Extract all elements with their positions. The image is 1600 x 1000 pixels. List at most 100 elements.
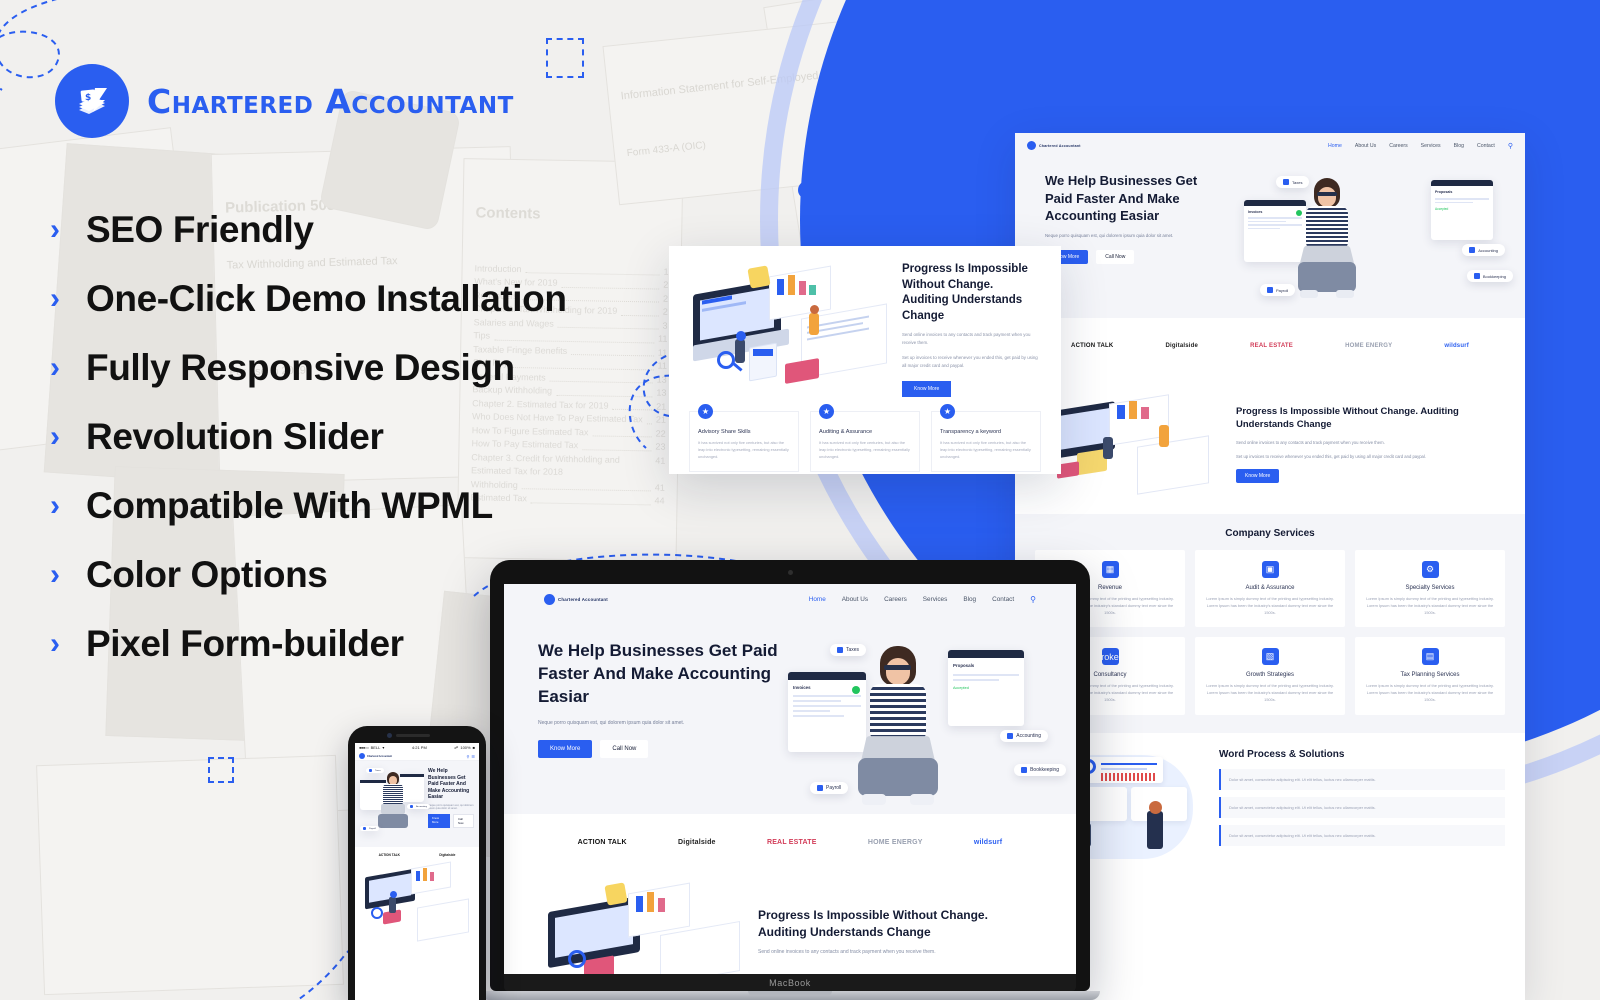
feature-card[interactable]: ★ Advisory Share Skills It has survived … bbox=[689, 403, 799, 473]
bluetooth-icon: ☍ bbox=[454, 745, 459, 750]
search-icon[interactable]: ⚲ bbox=[466, 754, 469, 759]
service-card-title: Tax Planning Services bbox=[1400, 672, 1460, 679]
nav-item-blog[interactable]: Blog bbox=[963, 596, 976, 603]
feature-card[interactable]: ★ Auditing & Assurance It has survived n… bbox=[810, 403, 920, 473]
feature-item: › SEO Friendly bbox=[50, 195, 567, 264]
service-card[interactable]: ▤ Tax Planning Services Lorem Ipsum is s… bbox=[1355, 637, 1505, 715]
nav-item-about-us[interactable]: About Us bbox=[842, 596, 868, 603]
hero-headline: We Help Businesses Get Paid Faster And M… bbox=[1045, 173, 1198, 224]
laptop-client-strip: ACTION TALK Digitalside REAL ESTATE HOME… bbox=[504, 814, 1076, 870]
chevron-right-icon: › bbox=[50, 626, 60, 660]
search-icon[interactable]: ⚲ bbox=[1030, 595, 1036, 604]
nav-item-contact[interactable]: Contact bbox=[992, 596, 1014, 603]
laptop-hero-subtext: Neque porro quisquam est, qui dolorem ip… bbox=[538, 719, 685, 726]
carrier-label: BELL bbox=[370, 745, 381, 750]
decorative-dashed-square bbox=[208, 757, 234, 783]
chip-accounting: Accounting bbox=[1000, 730, 1048, 742]
hamburger-menu-icon[interactable]: ☰ bbox=[471, 754, 475, 759]
laptop-hero-headline: We Help Businesses Get Paid Faster And M… bbox=[538, 641, 778, 706]
band-paragraph-1: Send online invoices to any contacts and… bbox=[1236, 439, 1385, 445]
bookkeeping-icon bbox=[1021, 767, 1028, 773]
nav-item-home[interactable]: Home bbox=[1328, 143, 1342, 149]
laptop-band-section: Progress Is Impossible Without Change. A… bbox=[504, 870, 1076, 974]
feature-label: One-Click Demo Installation bbox=[86, 277, 567, 319]
nav-item-careers[interactable]: Careers bbox=[884, 596, 907, 603]
feature-card-title: Transparency a keyword bbox=[940, 428, 1002, 435]
macbook-label: MacBook bbox=[769, 977, 811, 988]
svg-text:$: $ bbox=[85, 93, 91, 103]
payroll-icon bbox=[363, 827, 366, 830]
payroll-icon bbox=[817, 785, 823, 791]
call-now-button[interactable]: Call Now bbox=[452, 813, 474, 828]
feature-label: SEO Friendly bbox=[86, 208, 314, 250]
chevron-right-icon: › bbox=[50, 350, 60, 384]
hero-illustration: Invoices Proposals Accepted Taxes Accoun… bbox=[1240, 172, 1513, 302]
call-now-button[interactable]: Call Now bbox=[1096, 249, 1135, 264]
nav-item-home[interactable]: Home bbox=[809, 596, 826, 603]
chevron-right-icon: › bbox=[50, 419, 60, 453]
know-more-button[interactable]: Know More bbox=[538, 739, 593, 758]
chip-accounting: Accounting bbox=[1462, 244, 1505, 256]
growth-chart-icon: ▧ bbox=[1261, 648, 1279, 666]
wifi-icon: ▾ bbox=[382, 745, 385, 750]
tax-icon bbox=[369, 769, 372, 772]
proposals-panel: Proposals Accepted bbox=[1431, 180, 1493, 240]
accounting-icon bbox=[1469, 247, 1476, 253]
accordion-item[interactable]: Dolor sit amet, consectetur adipiscing e… bbox=[1219, 768, 1505, 790]
macbook-body: Chartered Accountant Home About Us Caree… bbox=[490, 560, 1090, 991]
float-card-know-more-button[interactable]: Know More bbox=[902, 380, 952, 397]
service-card[interactable]: ⚙ Specialty Services Lorem Ipsum is simp… bbox=[1355, 550, 1505, 628]
proposals-label: Proposals bbox=[1435, 190, 1453, 194]
folder-check-icon: ▣ bbox=[1261, 561, 1279, 578]
nav-item-about-us[interactable]: About Us bbox=[1355, 143, 1376, 149]
client-logo: wildsurf bbox=[973, 838, 1003, 846]
accordion-item[interactable]: Dolor sit amet, consectetur adipiscing e… bbox=[1219, 825, 1505, 847]
webcam-icon bbox=[787, 570, 793, 575]
decorative-dot-top-right bbox=[1531, 31, 1544, 44]
service-card-text: Lorem Ipsum is simply dummy text of the … bbox=[1366, 683, 1494, 703]
chevron-right-icon: › bbox=[50, 281, 60, 315]
feature-label: Fully Responsive Design bbox=[86, 346, 515, 388]
call-now-button[interactable]: Call Now bbox=[600, 739, 649, 758]
site-nav-links: Home About Us Careers Services Blog Cont… bbox=[1328, 142, 1513, 150]
nav-item-contact[interactable]: Contact bbox=[1477, 143, 1495, 149]
feature-card-title: Auditing & Assurance bbox=[819, 428, 873, 435]
nav-item-services[interactable]: Services bbox=[1421, 143, 1441, 149]
people-share-icon: ★ bbox=[698, 403, 713, 419]
chat-bubble-icon: troke; bbox=[1099, 648, 1121, 666]
chip-bookkeeping: Bookkeeping bbox=[1014, 764, 1066, 776]
laptop-hero: We Help Businesses Get Paid Faster And M… bbox=[504, 614, 1076, 814]
accordion-item[interactable]: Dolor sit amet, consectetur adipiscing e… bbox=[1219, 797, 1505, 819]
proposal-status: Accepted bbox=[953, 686, 969, 690]
feature-list: › SEO Friendly › One-Click Demo Installa… bbox=[50, 195, 567, 678]
money-stack-icon: $ bbox=[55, 64, 129, 138]
service-card-title: Audit & Assurance bbox=[1245, 585, 1295, 591]
band-know-more-button[interactable]: Know More bbox=[1236, 468, 1280, 483]
chip-payroll: Payroll bbox=[810, 782, 849, 794]
laptop-hero-buttons: Know More Call Now bbox=[538, 739, 788, 758]
nav-item-services[interactable]: Services bbox=[923, 596, 948, 603]
feature-card[interactable]: ★ Transparency a keyword It has survived… bbox=[931, 403, 1041, 473]
client-logo: Digitalside bbox=[1165, 343, 1199, 349]
search-icon[interactable]: ⚲ bbox=[1508, 142, 1513, 150]
service-card[interactable]: ▧ Growth Strategies Lorem Ipsum is simpl… bbox=[1195, 637, 1345, 715]
word-process-title: Word Process & Solutions bbox=[1219, 748, 1345, 760]
status-time: 4:21 PM bbox=[411, 745, 427, 750]
tax-icon bbox=[837, 647, 843, 653]
nav-item-blog[interactable]: Blog bbox=[1454, 143, 1464, 149]
money-stack-icon bbox=[1027, 141, 1036, 150]
mobile-hero: Taxes Accounting Payroll We Help Busines… bbox=[355, 761, 479, 847]
client-logo: ACTION TALK bbox=[1071, 343, 1114, 349]
nav-item-careers[interactable]: Careers bbox=[1389, 143, 1407, 149]
proposals-label: Proposals bbox=[953, 663, 975, 668]
mobile-client-strip: ACTION TALK Digitalside bbox=[355, 847, 479, 863]
gear-people-icon: ⚙ bbox=[1421, 561, 1439, 578]
float-card-top: Progress Is Impossible Without Change. A… bbox=[689, 262, 1041, 397]
accounting-icon bbox=[410, 805, 414, 808]
site-logo[interactable]: Chartered Accountant bbox=[1027, 141, 1081, 150]
mobile-band-illustration bbox=[355, 861, 479, 949]
know-more-button[interactable]: Know More bbox=[428, 813, 450, 828]
service-card[interactable]: ▣ Audit & Assurance Lorem Ipsum is simpl… bbox=[1195, 550, 1345, 628]
services-grid: ▦ Revenue Lorem Ipsum is simply dummy te… bbox=[1035, 550, 1505, 715]
person-illustration bbox=[852, 646, 948, 814]
